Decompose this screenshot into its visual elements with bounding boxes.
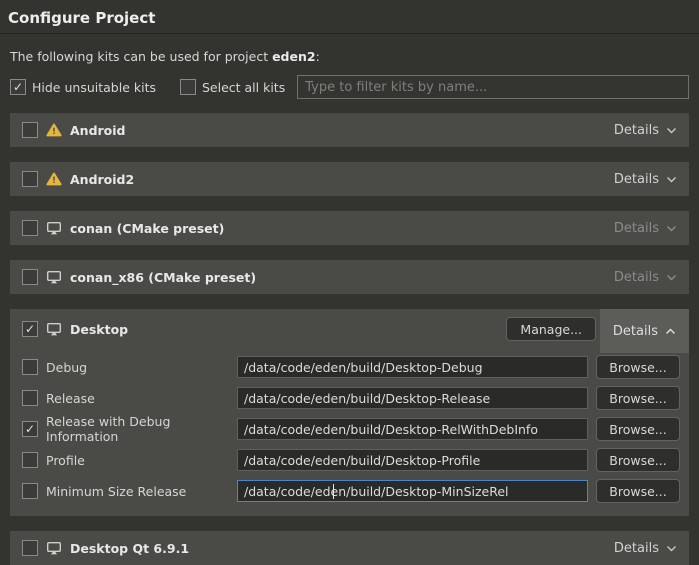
- details-label: Details: [614, 172, 659, 187]
- desktop-icon: [46, 541, 62, 555]
- path-input-wrap: [237, 418, 588, 440]
- build-config-row-debug: Debug Browse...: [10, 355, 689, 379]
- kit-header[interactable]: conan_x86 (CMake preset) Details: [10, 260, 689, 294]
- details-label: Details: [614, 123, 659, 138]
- kit-row-android2: Android2 Details: [10, 162, 689, 196]
- browse-button[interactable]: Browse...: [596, 417, 680, 441]
- hide-unsuitable-kits-checkbox-group[interactable]: ✓ Hide unsuitable kits: [10, 79, 156, 95]
- project-name: eden2: [272, 49, 316, 64]
- config-checkbox[interactable]: [22, 390, 38, 406]
- kit-name: Android2: [70, 172, 134, 187]
- select-all-kits-checkbox[interactable]: [180, 79, 196, 95]
- text-caret: [333, 484, 334, 499]
- kit-header[interactable]: conan (CMake preset) Details: [10, 211, 689, 245]
- desktop-icon: [46, 221, 62, 235]
- details-toggle: Details: [614, 270, 677, 285]
- warning-icon: [46, 123, 62, 137]
- config-label: Release with Debug Information: [46, 414, 229, 444]
- details-label: Details: [613, 324, 658, 339]
- kit-row-android: Android Details: [10, 113, 689, 147]
- kit-name: Desktop: [70, 322, 128, 337]
- path-input-wrap: [237, 449, 588, 471]
- browse-button[interactable]: Browse...: [596, 479, 680, 503]
- details-label: Details: [614, 270, 659, 285]
- chevron-down-icon: [666, 270, 677, 285]
- kit-name: Desktop Qt 6.9.1: [70, 541, 189, 556]
- check-icon: ✓: [13, 81, 23, 93]
- config-label: Release: [46, 391, 229, 406]
- hide-unsuitable-kits-label: Hide unsuitable kits: [32, 80, 156, 95]
- path-input-wrap: [237, 387, 588, 409]
- details-toggle[interactable]: Details: [614, 172, 677, 187]
- kit-checkbox[interactable]: [22, 122, 38, 138]
- warning-icon: [46, 172, 62, 186]
- select-all-kits-label: Select all kits: [202, 80, 285, 95]
- kit-checkbox[interactable]: ✓: [22, 321, 38, 337]
- build-dir-input-focused[interactable]: [237, 480, 588, 502]
- chevron-down-icon: [666, 221, 677, 236]
- kit-header[interactable]: Android2 Details: [10, 162, 689, 196]
- details-toggle[interactable]: Details: [614, 123, 677, 138]
- build-dir-input[interactable]: [237, 356, 588, 378]
- kit-name: conan (CMake preset): [70, 221, 224, 236]
- path-input-wrap: [237, 356, 588, 378]
- check-icon: ✓: [25, 323, 35, 335]
- details-label: Details: [614, 541, 659, 556]
- desktop-icon: [46, 322, 62, 336]
- kit-row-desktop: ✓ Desktop Manage... Details Debug Browse…: [10, 309, 689, 516]
- page-title: Configure Project: [0, 0, 699, 34]
- config-checkbox[interactable]: ✓: [22, 421, 38, 437]
- details-toggle[interactable]: Details: [600, 309, 689, 353]
- chevron-up-icon: [665, 324, 676, 339]
- desktop-build-configs: Debug Browse... Release Browse... ✓ Rele…: [10, 349, 689, 516]
- path-input-wrap: [237, 480, 588, 502]
- config-label: Minimum Size Release: [46, 484, 229, 499]
- kit-checkbox[interactable]: [22, 171, 38, 187]
- config-checkbox[interactable]: [22, 483, 38, 499]
- build-config-row-minsizerel: Minimum Size Release Browse...: [10, 479, 689, 503]
- hide-unsuitable-kits-checkbox[interactable]: ✓: [10, 79, 26, 95]
- config-checkbox[interactable]: [22, 359, 38, 375]
- build-dir-input[interactable]: [237, 418, 588, 440]
- browse-button[interactable]: Browse...: [596, 386, 680, 410]
- desktop-icon: [46, 270, 62, 284]
- kit-header[interactable]: ✓ Desktop Manage... Details: [10, 309, 689, 349]
- kit-row-conan-x86: conan_x86 (CMake preset) Details: [10, 260, 689, 294]
- build-dir-input[interactable]: [237, 387, 588, 409]
- kit-name: Android: [70, 123, 126, 138]
- intro-text: The following kits can be used for proje…: [10, 49, 689, 64]
- select-all-kits-checkbox-group[interactable]: Select all kits: [180, 79, 285, 95]
- build-dir-input[interactable]: [237, 449, 588, 471]
- kit-row-desktop-qt: Desktop Qt 6.9.1 Details: [10, 531, 689, 565]
- browse-button[interactable]: Browse...: [596, 355, 680, 379]
- kit-header[interactable]: Desktop Qt 6.9.1 Details: [10, 531, 689, 565]
- manage-button[interactable]: Manage...: [506, 317, 596, 341]
- kit-filter-input[interactable]: [297, 75, 689, 99]
- intro-suffix: :: [316, 49, 320, 64]
- intro-prefix: The following kits can be used for proje…: [10, 49, 272, 64]
- config-label: Debug: [46, 360, 229, 375]
- kit-row-conan: conan (CMake preset) Details: [10, 211, 689, 245]
- build-config-row-profile: Profile Browse...: [10, 448, 689, 472]
- kit-checkbox[interactable]: [22, 269, 38, 285]
- check-icon: ✓: [25, 423, 35, 435]
- kit-name: conan_x86 (CMake preset): [70, 270, 256, 285]
- kit-filter-bar: ✓ Hide unsuitable kits Select all kits: [10, 75, 689, 99]
- details-label: Details: [614, 221, 659, 236]
- kit-checkbox[interactable]: [22, 220, 38, 236]
- details-toggle[interactable]: Details: [614, 541, 677, 556]
- kit-checkbox[interactable]: [22, 540, 38, 556]
- chevron-down-icon: [666, 123, 677, 138]
- details-toggle: Details: [614, 221, 677, 236]
- browse-button[interactable]: Browse...: [596, 448, 680, 472]
- build-config-row-release: Release Browse...: [10, 386, 689, 410]
- chevron-down-icon: [666, 541, 677, 556]
- config-checkbox[interactable]: [22, 452, 38, 468]
- chevron-down-icon: [666, 172, 677, 187]
- kit-header[interactable]: Android Details: [10, 113, 689, 147]
- build-config-row-relwithdebinfo: ✓ Release with Debug Information Browse.…: [10, 417, 689, 441]
- config-label: Profile: [46, 453, 229, 468]
